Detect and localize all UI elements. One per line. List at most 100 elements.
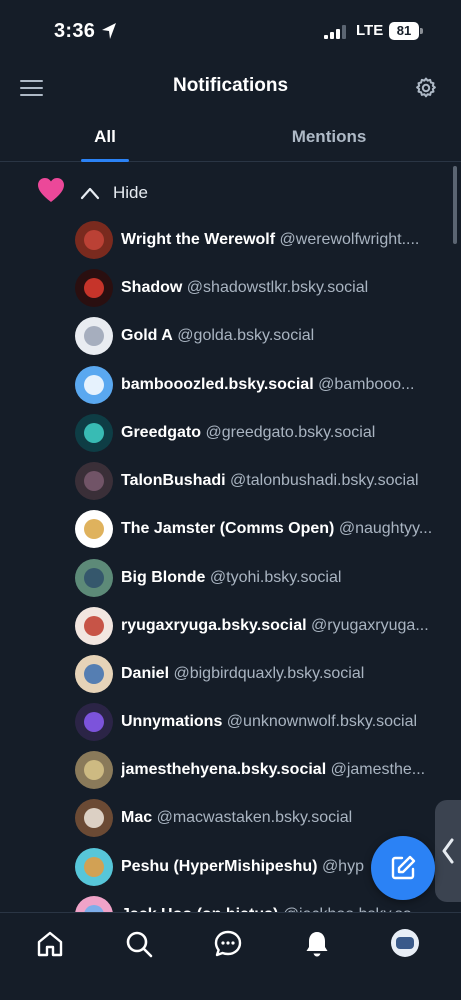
avatar[interactable] (75, 559, 113, 597)
avatar[interactable] (75, 799, 113, 837)
user-display-name[interactable]: jamesthehyena.bsky.social (121, 761, 326, 778)
profile-avatar (391, 929, 419, 957)
side-panel-tab[interactable] (435, 800, 461, 902)
location-arrow-icon (102, 23, 116, 39)
user-text: Mac @macwastaken.bsky.social (121, 809, 352, 827)
user-text: Peshu (HyperMishipeshu) @hyp (121, 858, 364, 876)
search-icon (126, 931, 153, 958)
avatar[interactable] (75, 317, 113, 355)
user-handle: @bambooo... (318, 376, 415, 393)
cellular-signal-icon (324, 25, 346, 39)
user-text: Gold A @golda.bsky.social (121, 327, 314, 345)
gear-icon[interactable] (414, 76, 438, 100)
tab-mentions[interactable]: Mentions (278, 112, 380, 162)
user-row[interactable]: Shadow @shadowstlkr.bsky.social (75, 264, 445, 312)
user-text: The Jamster (Comms Open) @naughtyy... (121, 520, 432, 538)
user-text: TalonBushadi @talonbushadi.bsky.social (121, 472, 419, 490)
user-display-name[interactable]: Big Blonde (121, 569, 205, 586)
nav-search[interactable] (124, 929, 154, 959)
user-handle: @macwastaken.bsky.social (156, 809, 353, 826)
user-row[interactable]: Mac @macwastaken.bsky.social (75, 794, 445, 842)
user-text: Unnymations @unknownwolf.bsky.social (121, 713, 417, 731)
tab-mentions-label: Mentions (291, 127, 367, 146)
avatar[interactable] (75, 414, 113, 452)
user-text: Wright the Werewolf @werewolfwright.... (121, 231, 419, 249)
avatar[interactable] (75, 655, 113, 693)
user-row[interactable]: Daniel @bigbirdquaxly.bsky.social (75, 650, 445, 698)
hide-toggle[interactable]: Hide (80, 178, 148, 208)
user-handle: @shadowstlkr.bsky.social (186, 279, 369, 296)
user-handle: @jamesthe... (330, 761, 426, 778)
user-display-name[interactable]: Daniel (121, 665, 169, 682)
page-title: Notifications (172, 75, 289, 96)
scrollbar[interactable] (453, 166, 457, 244)
user-row[interactable]: bambooozled.bsky.social @bambooo... (75, 361, 445, 409)
user-display-name[interactable]: bambooozled.bsky.social (121, 376, 314, 393)
nav-notifications[interactable] (302, 929, 332, 959)
user-row[interactable]: TalonBushadi @talonbushadi.bsky.social (75, 457, 445, 505)
home-icon (37, 931, 63, 957)
status-time: 3:36 (54, 20, 96, 42)
user-handle: @talonbushadi.bsky.social (230, 472, 419, 489)
user-handle: @golda.bsky.social (177, 327, 315, 344)
header: Notifications (0, 62, 461, 112)
user-display-name[interactable]: TalonBushadi (121, 472, 226, 489)
active-tab-indicator (81, 159, 129, 162)
status-bar: 3:36 LTE 81 (0, 0, 461, 62)
avatar[interactable] (75, 366, 113, 404)
chevron-up-icon (80, 187, 100, 200)
user-display-name[interactable]: ryugaxryuga.bsky.social (121, 617, 307, 634)
user-row[interactable]: Big Blonde @tyohi.bsky.social (75, 554, 445, 602)
user-text: ryugaxryuga.bsky.social @ryugaxryuga... (121, 617, 429, 635)
chevron-left-icon (442, 838, 454, 864)
user-row[interactable]: Unnymations @unknownwolf.bsky.social (75, 698, 445, 746)
user-display-name[interactable]: Shadow (121, 279, 182, 296)
user-row[interactable]: ryugaxryuga.bsky.social @ryugaxryuga... (75, 602, 445, 650)
tab-bar: All Mentions (0, 112, 461, 162)
avatar[interactable] (75, 462, 113, 500)
user-handle: @greedgato.bsky.social (205, 424, 376, 441)
user-handle: @ryugaxryuga... (311, 617, 429, 634)
battery-cap (420, 28, 423, 34)
user-text: Big Blonde @tyohi.bsky.social (121, 569, 341, 587)
nav-profile[interactable] (391, 929, 421, 959)
avatar[interactable] (75, 221, 113, 259)
user-display-name[interactable]: Gold A (121, 327, 173, 344)
compose-button[interactable] (371, 836, 435, 900)
user-text: Greedgato @greedgato.bsky.social (121, 424, 375, 442)
user-text: bambooozled.bsky.social @bambooo... (121, 376, 414, 394)
chat-icon (214, 930, 242, 957)
nav-chat[interactable] (213, 929, 243, 959)
battery-level: 81 (389, 22, 419, 40)
user-handle: @unknownwolf.bsky.social (226, 713, 418, 730)
user-handle: @bigbirdquaxly.bsky.social (173, 665, 365, 682)
user-row[interactable]: Gold A @golda.bsky.social (75, 312, 445, 360)
user-handle: @naughtyy... (338, 520, 433, 537)
nav-home[interactable] (35, 929, 65, 959)
user-display-name[interactable]: Greedgato (121, 424, 201, 441)
bell-icon (306, 932, 328, 957)
user-row[interactable]: Wright the Werewolf @werewolfwright.... (75, 216, 445, 264)
avatar[interactable] (75, 510, 113, 548)
user-display-name[interactable]: Unnymations (121, 713, 222, 730)
user-handle: @werewolfwright.... (279, 231, 420, 248)
user-text: Shadow @shadowstlkr.bsky.social (121, 279, 368, 297)
user-display-name[interactable]: Peshu (HyperMishipeshu) (121, 858, 317, 875)
avatar[interactable] (75, 703, 113, 741)
user-handle: @tyohi.bsky.social (209, 569, 342, 586)
compose-icon (391, 855, 416, 880)
user-display-name[interactable]: The Jamster (Comms Open) (121, 520, 334, 537)
user-text: jamesthehyena.bsky.social @jamesthe... (121, 761, 425, 779)
avatar[interactable] (75, 751, 113, 789)
avatar[interactable] (75, 848, 113, 886)
heart-icon (38, 178, 64, 202)
user-display-name[interactable]: Mac (121, 809, 152, 826)
user-row[interactable]: The Jamster (Comms Open) @naughtyy... (75, 505, 445, 553)
tab-all[interactable]: All (81, 112, 129, 162)
user-row[interactable]: Greedgato @greedgato.bsky.social (75, 409, 445, 457)
avatar[interactable] (75, 607, 113, 645)
avatar[interactable] (75, 269, 113, 307)
battery-indicator: 81 (389, 22, 423, 40)
user-display-name[interactable]: Wright the Werewolf (121, 231, 275, 248)
user-row[interactable]: jamesthehyena.bsky.social @jamesthe... (75, 746, 445, 794)
